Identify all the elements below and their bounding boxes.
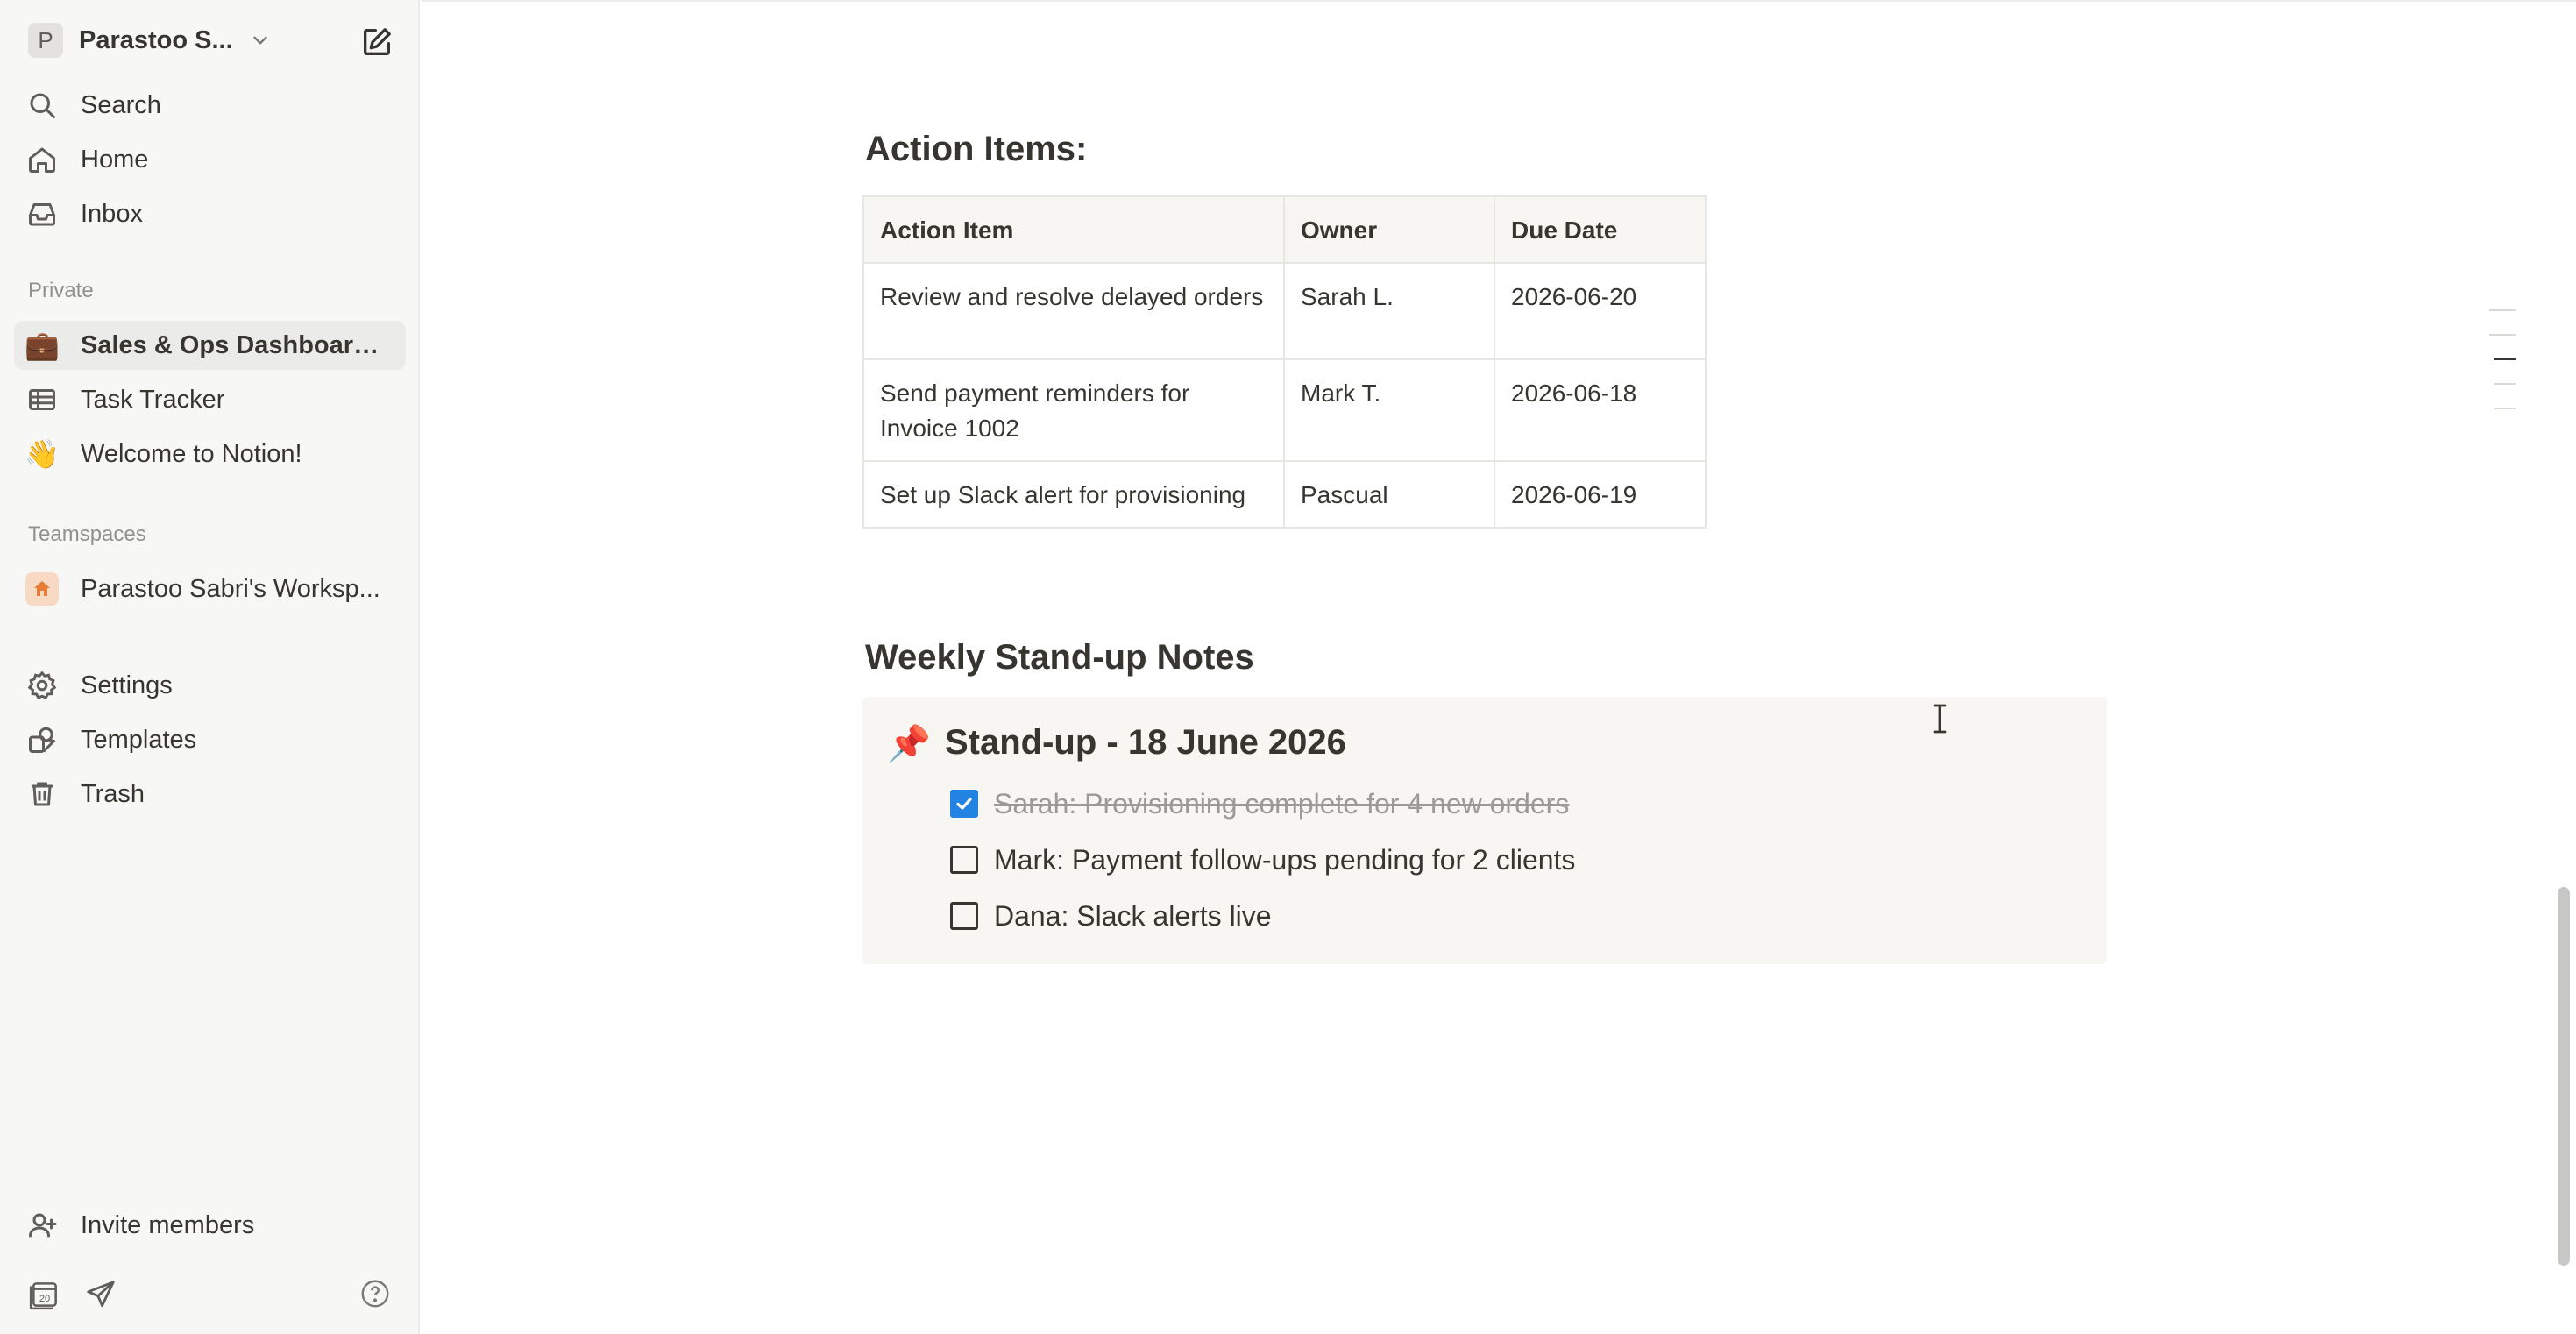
gear-icon — [18, 661, 67, 710]
workspace-switcher[interactable]: P Parastoo S... — [28, 23, 272, 58]
workspace-name: Parastoo S... — [79, 25, 233, 54]
todo-item: Dana: Slack alerts live — [950, 895, 1272, 937]
todo-item: Mark: Payment follow-ups pending for 2 c… — [950, 839, 1575, 881]
standup-heading: Weekly Stand-up Notes — [865, 638, 1254, 677]
table-cell[interactable]: 2026-06-18 — [1494, 358, 1707, 462]
svg-text:20: 20 — [39, 1294, 50, 1304]
table-cell[interactable]: Set up Slack alert for provisioning — [862, 460, 1285, 529]
home-icon — [25, 572, 59, 606]
table-row: Send payment reminders for Invoice 1002 … — [862, 358, 1707, 462]
table-cell[interactable]: Mark T. — [1283, 358, 1495, 462]
page-content: Action Items: Action Item Owner Due Date… — [422, 0, 2576, 1334]
checkbox[interactable] — [950, 902, 978, 930]
pushpin-icon[interactable]: 📌 — [887, 723, 931, 764]
add-user-icon — [18, 1201, 67, 1250]
inbox-icon — [18, 189, 67, 238]
sidebar-item-label: Welcome to Notion! — [81, 439, 302, 468]
toc-entry-current[interactable] — [2494, 358, 2516, 360]
sidebar-item-label: Task Tracker — [81, 385, 225, 414]
templates-icon — [18, 715, 67, 764]
toc-entry[interactable] — [2489, 309, 2516, 311]
todo-text[interactable]: Sarah: Provisioning complete for 4 new o… — [994, 788, 1569, 820]
sidebar-item-label: Sales & Ops Dashboard ... — [81, 330, 387, 359]
column-header[interactable]: Due Date — [1494, 195, 1707, 264]
standup-callout[interactable]: 📌 Stand-up - 18 June 2026 Sarah: Provisi… — [862, 697, 2107, 964]
calendar-icon[interactable]: 20 — [28, 1278, 61, 1311]
section-label-private: Private — [28, 279, 94, 302]
todo-text[interactable]: Dana: Slack alerts live — [994, 900, 1272, 933]
sidebar-item-home[interactable]: Home — [14, 135, 406, 184]
action-items-heading: Action Items: — [865, 130, 1088, 168]
new-page-icon[interactable] — [359, 25, 394, 60]
workspace-avatar: P — [28, 23, 63, 58]
sidebar-item-settings[interactable]: Settings — [14, 661, 406, 710]
table-cell[interactable]: Review and resolve delayed orders — [862, 262, 1285, 360]
trash-icon — [18, 770, 67, 819]
table-row: Review and resolve delayed orders Sarah … — [862, 262, 1707, 360]
help-icon[interactable] — [359, 1278, 391, 1309]
toc-entry[interactable] — [2494, 383, 2516, 385]
sidebar-item-label: Settings — [81, 671, 173, 699]
sidebar-item-teamspace[interactable]: Parastoo Sabri's Worksp... — [14, 564, 406, 614]
table-cell[interactable]: 2026-06-20 — [1494, 262, 1707, 360]
sidebar-item-trash[interactable]: Trash — [14, 770, 406, 819]
sidebar-item-task-tracker[interactable]: Task Tracker — [14, 375, 406, 424]
sidebar-item-label: Trash — [81, 779, 145, 808]
table-cell[interactable]: Send payment reminders for Invoice 1002 — [862, 358, 1285, 462]
column-header[interactable]: Action Item — [862, 195, 1285, 264]
action-items-table: Action Item Owner Due Date Review and re… — [862, 195, 1707, 529]
sidebar-item-sales-ops-dashboard[interactable]: 💼 Sales & Ops Dashboard ... — [14, 321, 406, 370]
todo-item: Sarah: Provisioning complete for 4 new o… — [950, 783, 1569, 825]
todo-text[interactable]: Mark: Payment follow-ups pending for 2 c… — [994, 844, 1575, 876]
toc-entry[interactable] — [2489, 334, 2516, 336]
sidebar-item-welcome[interactable]: 👋 Welcome to Notion! — [14, 429, 406, 479]
sidebar-item-search[interactable]: Search — [14, 81, 406, 130]
chevron-down-icon — [252, 36, 267, 45]
briefcase-icon: 💼 — [25, 330, 60, 361]
waving-hand-icon: 👋 — [25, 438, 60, 470]
invite-members-label: Invite members — [81, 1210, 255, 1239]
checkbox[interactable] — [950, 790, 978, 818]
sidebar-item-label: Templates — [81, 725, 197, 754]
toc-entry[interactable] — [2494, 408, 2516, 409]
checkbox[interactable] — [950, 846, 978, 874]
sidebar: P Parastoo S... Search Home Inbox Privat… — [0, 0, 420, 1334]
sidebar-item-inbox[interactable]: Inbox — [14, 189, 406, 238]
table-cell[interactable]: Pascual — [1283, 460, 1495, 529]
table-icon — [18, 375, 67, 424]
scrollbar[interactable] — [2558, 887, 2570, 1266]
search-icon — [18, 81, 67, 130]
column-header[interactable]: Owner — [1283, 195, 1495, 264]
send-icon[interactable] — [84, 1278, 117, 1311]
invite-members-button[interactable]: Invite members — [14, 1201, 406, 1250]
sidebar-item-label: Search — [81, 90, 161, 119]
section-label-teamspaces: Teamspaces — [28, 522, 146, 546]
sidebar-item-label: Parastoo Sabri's Worksp... — [81, 574, 380, 603]
checkmark-icon — [956, 798, 972, 810]
table-cell[interactable]: Sarah L. — [1283, 262, 1495, 360]
text-cursor-icon — [1933, 704, 1947, 734]
callout-title: Stand-up - 18 June 2026 — [945, 723, 1346, 762]
table-row: Set up Slack alert for provisioning Pasc… — [862, 460, 1707, 529]
sidebar-item-templates[interactable]: Templates — [14, 715, 406, 764]
home-icon — [18, 135, 67, 184]
table-cell[interactable]: 2026-06-19 — [1494, 460, 1707, 529]
sidebar-item-label: Home — [81, 145, 149, 174]
table-header-row: Action Item Owner Due Date — [862, 195, 1707, 264]
teamspace-icon — [18, 564, 67, 614]
sidebar-footer: 20 — [28, 1276, 396, 1315]
sidebar-item-label: Inbox — [81, 199, 143, 228]
